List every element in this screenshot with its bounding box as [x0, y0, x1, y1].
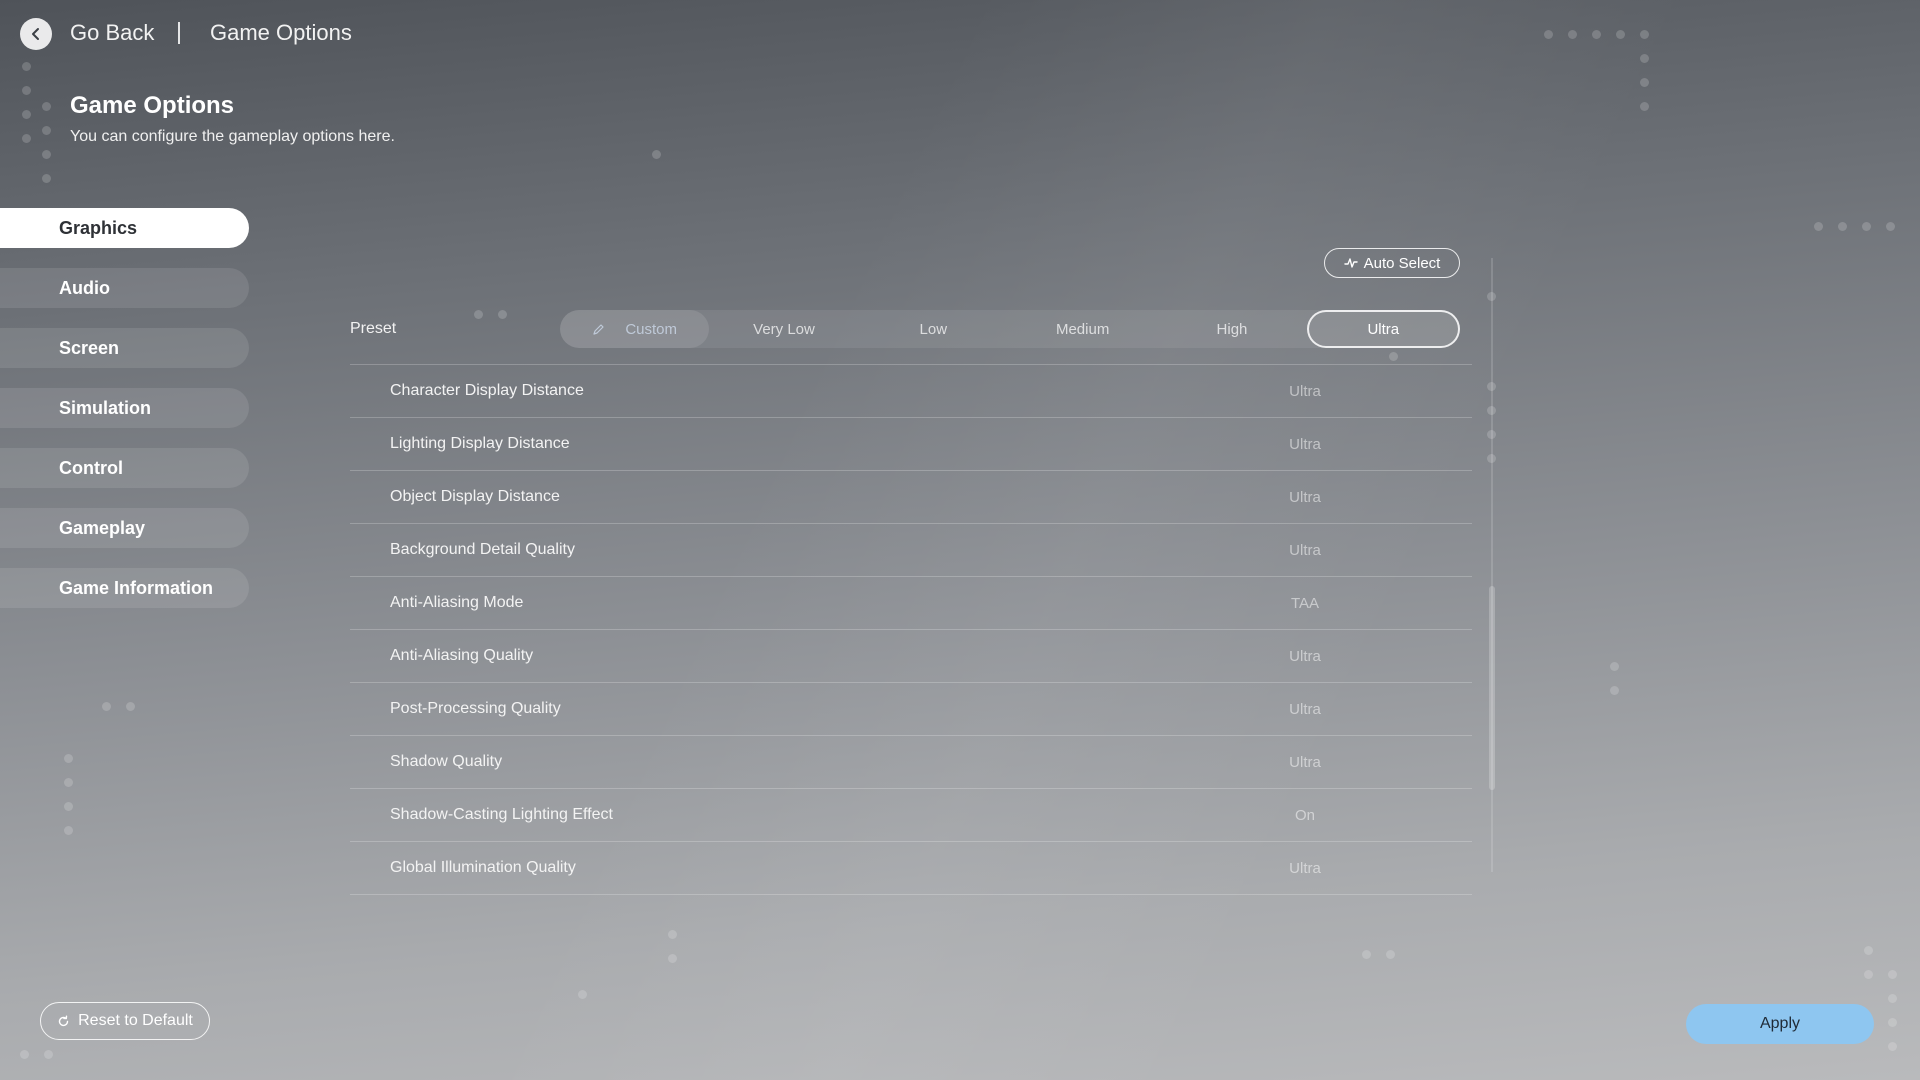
- go-back-label[interactable]: Go Back: [70, 20, 154, 46]
- refresh-icon: [58, 1015, 69, 1026]
- setting-row-global-illumination-quality[interactable]: Global Illumination Quality Ultra: [350, 842, 1472, 895]
- setting-row-post-processing-quality[interactable]: Post-Processing Quality Ultra: [350, 683, 1472, 736]
- setting-value[interactable]: TAA: [1270, 595, 1340, 612]
- sidebar-item-audio[interactable]: Audio: [0, 268, 249, 308]
- setting-value[interactable]: Ultra: [1270, 754, 1340, 771]
- setting-label: Anti-Aliasing Mode: [390, 594, 524, 611]
- setting-value[interactable]: Ultra: [1270, 383, 1340, 400]
- setting-label: Post-Processing Quality: [390, 700, 561, 717]
- setting-label: Anti-Aliasing Quality: [390, 647, 534, 664]
- setting-row-background-detail-quality[interactable]: Background Detail Quality Ultra: [350, 524, 1472, 577]
- setting-label: Background Detail Quality: [390, 541, 575, 558]
- setting-value[interactable]: Ultra: [1270, 648, 1340, 665]
- setting-label: Character Display Distance: [390, 382, 584, 399]
- setting-row-shadow-casting-lighting-effect[interactable]: Shadow-Casting Lighting Effect On: [350, 789, 1472, 842]
- sidebar-item-graphics[interactable]: Graphics: [0, 208, 249, 248]
- setting-label: Lighting Display Distance: [390, 435, 570, 452]
- sidebar: Graphics Audio Screen Simulation Control…: [0, 208, 250, 628]
- preset-option-high[interactable]: High: [1157, 310, 1306, 348]
- auto-select-label: Auto Select: [1363, 254, 1441, 272]
- preset-option-ultra[interactable]: Ultra: [1306, 310, 1460, 348]
- sidebar-item-game-information[interactable]: Game Information: [0, 568, 249, 608]
- setting-row-anti-aliasing-quality[interactable]: Anti-Aliasing Quality Ultra: [350, 630, 1472, 683]
- setting-row-character-display-distance[interactable]: Character Display Distance Ultra: [350, 365, 1472, 418]
- setting-row-anti-aliasing-mode[interactable]: Anti-Aliasing Mode TAA: [350, 577, 1472, 630]
- setting-value[interactable]: Ultra: [1270, 489, 1340, 506]
- breadcrumb-separator: [178, 22, 180, 44]
- page-title: Game Options: [70, 92, 235, 119]
- breadcrumb: Game Options: [210, 20, 352, 45]
- preset-option-custom[interactable]: Custom: [560, 310, 710, 348]
- sidebar-item-control[interactable]: Control: [0, 448, 249, 488]
- preset-option-low[interactable]: Low: [859, 310, 1008, 348]
- preset-label: Preset: [350, 320, 397, 337]
- setting-label: Shadow-Casting Lighting Effect: [390, 806, 613, 823]
- setting-value[interactable]: Ultra: [1270, 860, 1340, 877]
- auto-select-button[interactable]: Auto Select: [1324, 248, 1460, 278]
- preset-option-very-low[interactable]: Very Low: [709, 310, 858, 348]
- setting-value[interactable]: Ultra: [1270, 701, 1340, 718]
- scrollbar-thumb[interactable]: [1489, 586, 1495, 790]
- sidebar-item-gameplay[interactable]: Gameplay: [0, 508, 249, 548]
- go-back-button[interactable]: [20, 18, 52, 50]
- chevron-left-icon: [32, 28, 39, 40]
- setting-value[interactable]: Ultra: [1270, 436, 1340, 453]
- page-subtitle: You can configure the gameplay options h…: [70, 128, 395, 145]
- reset-to-default-button[interactable]: Reset to Default: [40, 1002, 210, 1040]
- sidebar-item-simulation[interactable]: Simulation: [0, 388, 249, 428]
- apply-label: Apply: [1759, 1015, 1801, 1032]
- setting-row-lighting-display-distance[interactable]: Lighting Display Distance Ultra: [350, 418, 1472, 471]
- setting-value[interactable]: Ultra: [1270, 542, 1340, 559]
- apply-button[interactable]: Apply: [1686, 1004, 1874, 1044]
- reset-label: Reset to Default: [78, 1012, 193, 1029]
- sidebar-item-screen[interactable]: Screen: [0, 328, 249, 368]
- pulse-icon: [1343, 258, 1358, 268]
- setting-label: Object Display Distance: [390, 488, 560, 505]
- preset-option-medium[interactable]: Medium: [1008, 310, 1157, 348]
- setting-row-object-display-distance[interactable]: Object Display Distance Ultra: [350, 471, 1472, 524]
- preset-selector: Custom Very Low Low Medium High Ultra: [560, 310, 1460, 348]
- setting-label: Shadow Quality: [390, 753, 503, 770]
- setting-value[interactable]: On: [1270, 807, 1340, 824]
- setting-label: Global Illumination Quality: [390, 859, 576, 876]
- settings-list: Character Display Distance Ultra Lightin…: [350, 364, 1472, 895]
- setting-row-shadow-quality[interactable]: Shadow Quality Ultra: [350, 736, 1472, 789]
- pencil-icon: [593, 323, 604, 335]
